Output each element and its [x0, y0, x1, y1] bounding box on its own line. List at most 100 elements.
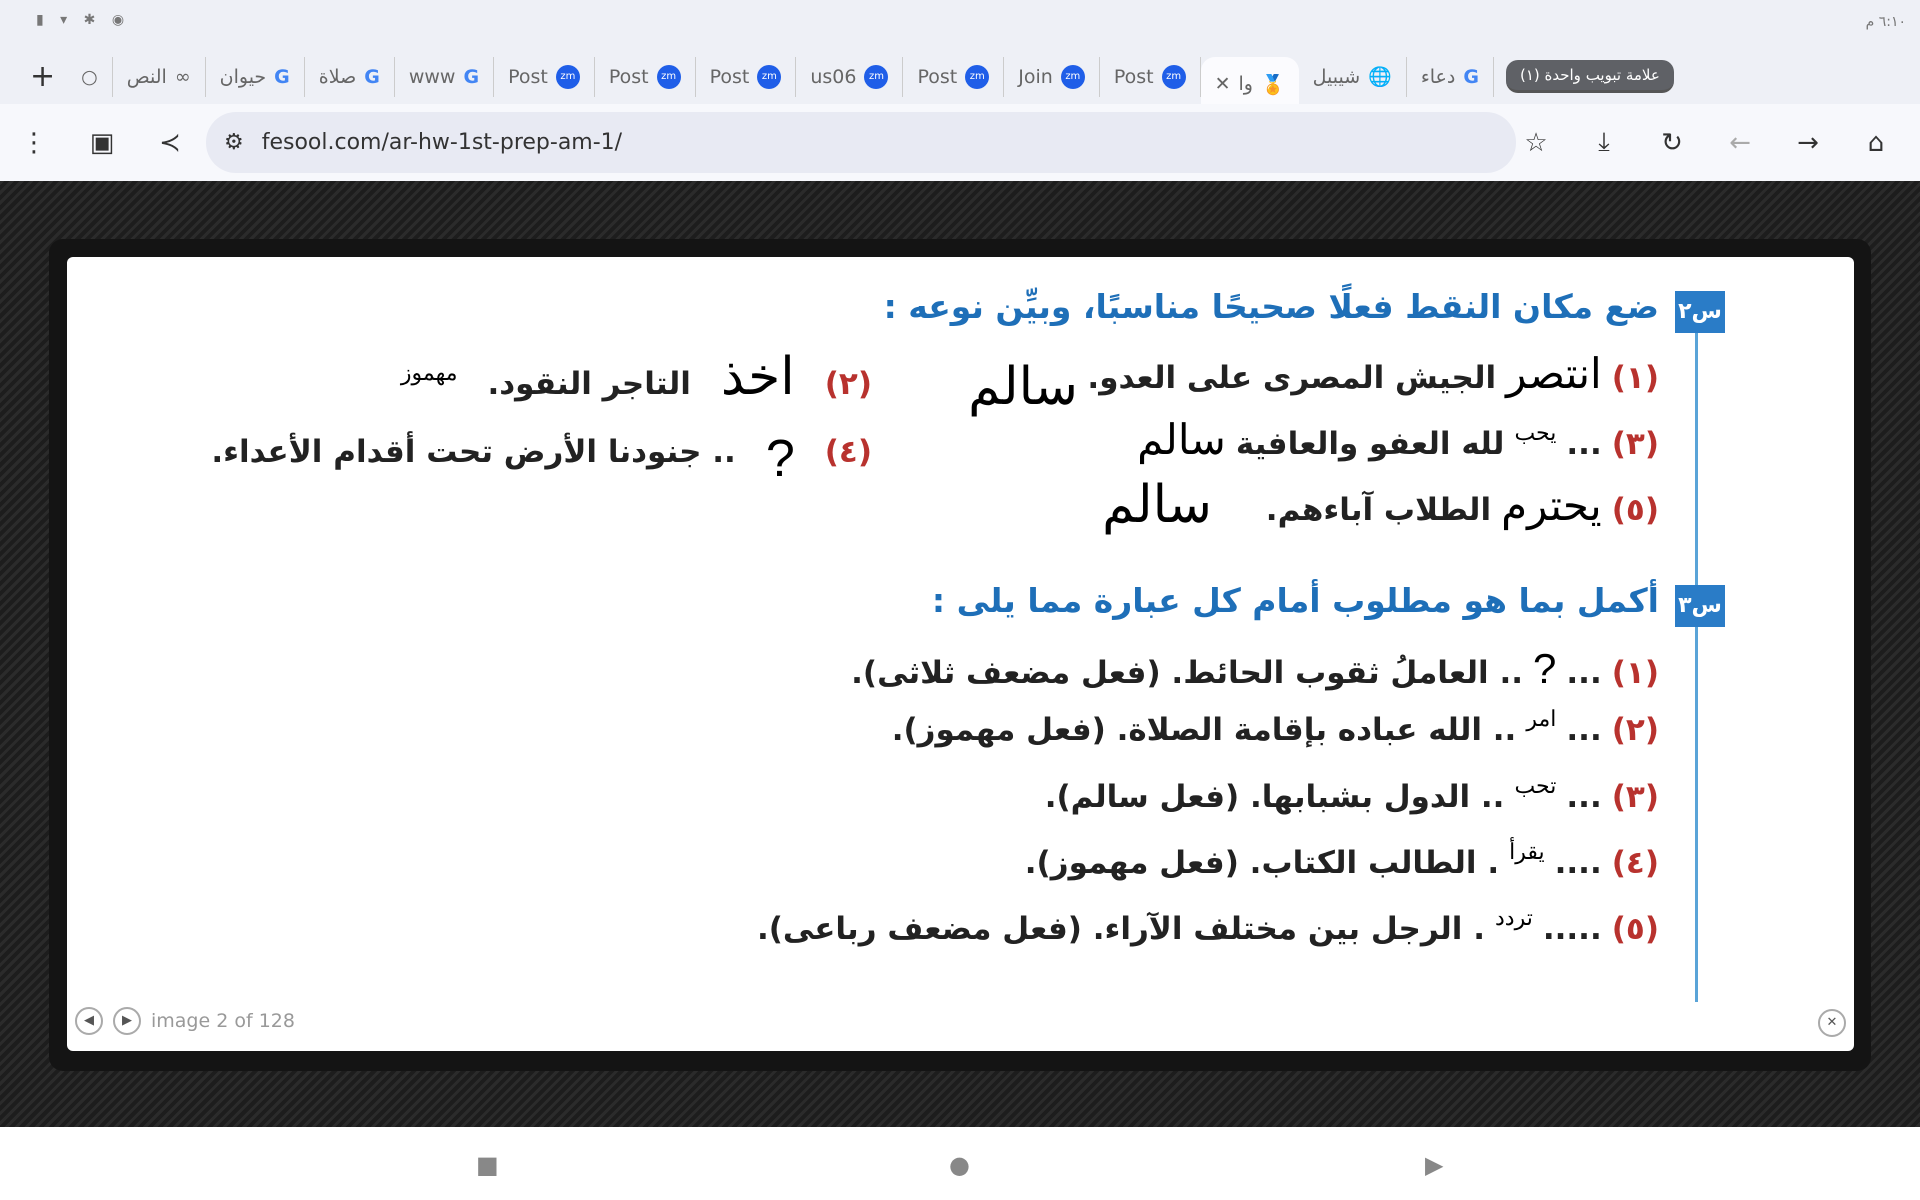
address-bar[interactable]: ⚙ fesool.com/ar-hw-1st-prep-am-1/ [206, 112, 1516, 173]
handwritten-answer: اخذ [720, 348, 795, 406]
item-number: (٣) [1611, 779, 1659, 815]
item-text: .. الله عباده بإقامة الصلاة. (فعل مهموز)… [891, 712, 1517, 748]
plus-icon: + [30, 59, 56, 94]
share-icon[interactable]: ≺ [136, 128, 204, 158]
zoom-icon: zm [656, 64, 681, 89]
tab-group-pill[interactable]: علامة تبويب واحدة (١) [1505, 60, 1674, 93]
tab[interactable]: شيبيل 🌐 [1299, 56, 1407, 97]
handwritten-type: مهموز [400, 360, 458, 385]
back-icon[interactable]: ← [1706, 128, 1774, 158]
back-button[interactable]: ▶ [1425, 1151, 1443, 1179]
handwritten-answer: ? [1533, 645, 1557, 692]
tab-label: شيبيل [1312, 65, 1361, 88]
item-number: (٣) [1611, 426, 1659, 462]
circle-icon: ○ [81, 65, 98, 88]
tab[interactable]: صلاة G [305, 56, 395, 97]
tab[interactable]: us06 zm [796, 56, 904, 97]
item-text: .. جنودنا الأرض تحت أقدام الأعداء. [211, 434, 736, 470]
item-number: (٥) [1611, 911, 1659, 947]
browser-toolbar: ⋮ ▣ ≺ ⚙ fesool.com/ar-hw-1st-prep-am-1/ … [0, 104, 1920, 181]
exercise-row: (٥) يحترم الطلاب آباءهم. [1266, 481, 1659, 530]
url-text[interactable]: fesool.com/ar-hw-1st-prep-am-1/ [262, 130, 622, 155]
item-number: (٥) [1611, 492, 1659, 528]
exercise-row: (٢) اخذ التاجر النقود. مهموز [401, 347, 872, 407]
zoom-icon: zm [965, 64, 990, 89]
item-number: (٢) [824, 366, 872, 402]
tab-label: وا [1238, 73, 1253, 95]
exercise-row: (١) انتصر الجيش المصرى على العدو. [1087, 349, 1659, 398]
item-number: (٤) [1611, 845, 1659, 881]
question-heading: أكمل بما هو مطلوب أمام كل عبارة مما يلى … [931, 581, 1659, 620]
home-button[interactable]: ● [949, 1151, 970, 1179]
google-icon: G [463, 65, 480, 88]
recents-button[interactable]: ■ [476, 1151, 499, 1179]
handwritten-answer: تحب [1514, 773, 1557, 798]
close-viewer-button[interactable]: ✕ [1818, 1009, 1846, 1037]
tab-label: Join [1018, 65, 1053, 88]
globe-icon: 🌐 [1368, 66, 1392, 88]
next-image-button[interactable]: ▶ [113, 1007, 141, 1035]
tab-label: حيوان [219, 65, 267, 88]
handwritten-answer: انتصر [1506, 350, 1602, 397]
item-number: (١) [1611, 360, 1659, 396]
status-bar: ▮ ▾ ✱ ◉ ٦:١٠ م [0, 0, 1920, 49]
item-text: . الطالب الكتاب. (فعل مهموز). [1024, 845, 1500, 881]
tab-label: www [408, 65, 456, 88]
google-icon: G [1463, 65, 1479, 88]
tab-circle[interactable]: ○ [67, 56, 113, 97]
item-text: . الرجل بين مختلف الآراء. (فعل مضعف رباع… [756, 911, 1485, 947]
handwritten-answer: تردد [1494, 905, 1533, 930]
bookmark-star-icon[interactable]: ☆ [1502, 128, 1570, 158]
menu-icon[interactable]: ⋮ [0, 128, 68, 158]
item-text: الجيش المصرى على العدو. [1087, 360, 1497, 396]
tab[interactable]: Join zm [1004, 56, 1100, 97]
tab-label: us06 [810, 65, 857, 88]
item-text: الطلاب آباءهم. [1265, 492, 1492, 528]
trophy-icon: 🏅 [1260, 73, 1285, 96]
tab[interactable]: www G [395, 56, 495, 97]
exercise-row: (٤) ? .. جنودنا الأرض تحت أقدام الأعداء. [211, 415, 872, 488]
item-number: (٤) [824, 434, 872, 470]
tab[interactable]: Post zm [1100, 56, 1201, 97]
blank-dots: ... [1566, 655, 1602, 691]
clock: ٦:١٠ م [1865, 14, 1906, 30]
handwritten-answer: يقرأ [1509, 839, 1545, 864]
tab[interactable]: Post zm [696, 56, 797, 97]
tab-label: دعاء [1420, 65, 1456, 88]
new-tab-button[interactable]: + [18, 57, 67, 97]
question-badge: س٢ [1675, 291, 1725, 333]
previous-image-button[interactable]: ◀ [75, 1007, 103, 1035]
handwritten-type: سالم [1137, 416, 1226, 463]
handwritten-answer: امر [1526, 706, 1557, 731]
tab-switcher-icon[interactable]: ▣ [68, 128, 136, 158]
reload-icon[interactable]: ↻ [1638, 128, 1706, 158]
margin-line [1695, 294, 1698, 1002]
item-text: .. الدول بشبابها. (فعل سالم). [1044, 779, 1505, 815]
tab-label: Post [608, 65, 649, 88]
tab[interactable]: Post zm [494, 56, 595, 97]
item-number: (١) [1611, 655, 1659, 691]
home-icon[interactable]: ⌂ [1842, 128, 1910, 158]
site-settings-icon[interactable]: ⚙ [224, 130, 244, 155]
zoom-icon: zm [1161, 64, 1186, 89]
item-text: .. العاملُ ثقوب الحائط. (فعل مضعف ثلاثى)… [851, 655, 1524, 691]
handwritten-answer: يحترم [1501, 482, 1602, 529]
handwritten-answer: يحب [1514, 420, 1557, 445]
tab[interactable]: دعاء G [1407, 56, 1494, 97]
item-number: (٢) [1611, 712, 1659, 748]
tab[interactable]: حيوان G [206, 56, 305, 97]
close-tab-icon[interactable]: ✕ [1215, 73, 1231, 95]
status-icons: ▮ ▾ ✱ ◉ [36, 12, 131, 28]
forward-icon[interactable]: → [1774, 128, 1842, 158]
tab[interactable]: Post zm [595, 56, 696, 97]
tab-label: صلاة [318, 65, 357, 88]
exercise-row: (٢) ... امر .. الله عباده بإقامة الصلاة.… [891, 706, 1659, 748]
google-icon: G [364, 65, 380, 88]
exercise-row: (٥) ..... تردد . الرجل بين مختلف الآراء.… [756, 905, 1659, 947]
tab-strip: + ○ النص ∞ حيوان G صلاة G www G Post zm Post z… [0, 49, 1920, 112]
image-counter: image 2 of 128 [151, 1010, 295, 1032]
tab[interactable]: النص ∞ [113, 56, 206, 97]
worksheet-image: س٢ ضع مكان النقط فعلًا صحيحًا مناسبًا، و… [67, 257, 1854, 1051]
tab[interactable]: Post zm [903, 56, 1005, 97]
download-icon[interactable]: ⤓ [1570, 127, 1638, 158]
